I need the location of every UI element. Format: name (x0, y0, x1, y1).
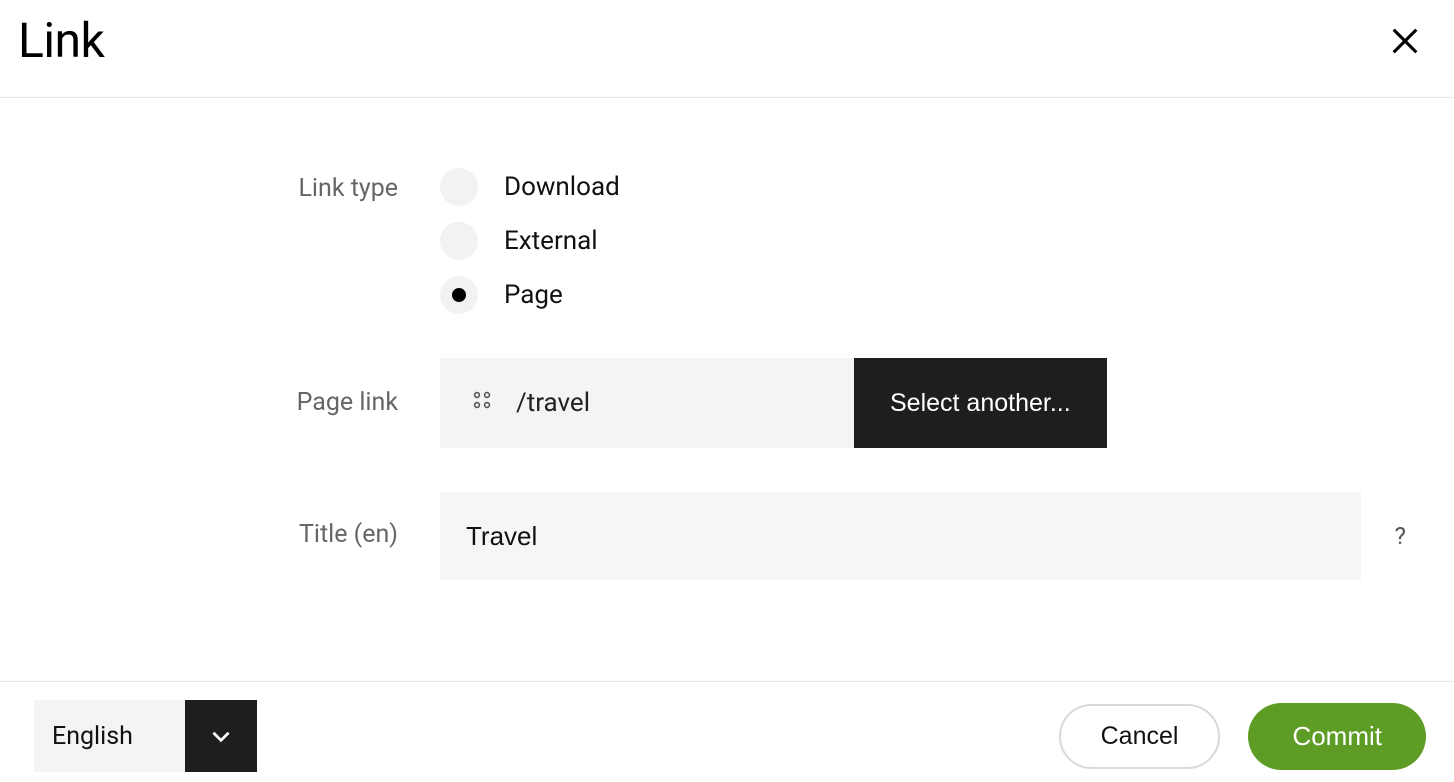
language-selector: English (34, 700, 257, 772)
radio-button (440, 276, 478, 314)
radio-download[interactable]: Download (440, 168, 620, 206)
page-link-field: /travel Select another... (440, 358, 1406, 448)
title-row: Title (en) ? (48, 492, 1406, 580)
radio-label: Download (504, 172, 620, 202)
radio-label: Page (504, 280, 563, 310)
footer-actions: Cancel Commit (1059, 703, 1426, 770)
radio-dot-icon (452, 288, 466, 302)
dialog-footer: English Cancel Commit (0, 681, 1454, 782)
link-type-row: Link type Download External Page (48, 168, 1406, 314)
radio-button (440, 222, 478, 260)
select-another-button[interactable]: Select another... (854, 358, 1107, 448)
dialog-header: Link (0, 0, 1454, 98)
help-icon[interactable]: ? (1395, 522, 1406, 550)
page-dots-icon (470, 388, 494, 419)
link-type-label: Link type (48, 168, 440, 203)
title-input[interactable] (440, 492, 1361, 580)
page-link-label: Page link (48, 358, 440, 417)
page-link-row: Page link /travel Select another... (48, 358, 1406, 448)
language-current: English (34, 700, 185, 772)
commit-button[interactable]: Commit (1248, 703, 1426, 770)
title-input-wrap: ? (440, 492, 1406, 580)
dialog-title: Link (18, 12, 104, 69)
close-icon (1388, 24, 1422, 58)
language-dropdown-button[interactable] (185, 700, 257, 772)
radio-label: External (504, 226, 598, 256)
radio-external[interactable]: External (440, 222, 620, 260)
radio-page[interactable]: Page (440, 276, 620, 314)
radio-button (440, 168, 478, 206)
title-field: ? (440, 492, 1406, 580)
cancel-button[interactable]: Cancel (1059, 704, 1221, 769)
dialog-body: Link type Download External Page (0, 98, 1454, 681)
title-label: Title (en) (48, 492, 440, 549)
link-type-field: Download External Page (440, 168, 1406, 314)
page-link-path-display: /travel (440, 358, 854, 448)
link-dialog: Link Link type Download External (0, 0, 1454, 782)
page-link-box: /travel Select another... (440, 358, 1107, 448)
link-type-radio-group: Download External Page (440, 168, 620, 314)
page-link-path-text: /travel (516, 388, 590, 418)
chevron-down-icon (208, 723, 234, 749)
close-button[interactable] (1380, 16, 1430, 66)
